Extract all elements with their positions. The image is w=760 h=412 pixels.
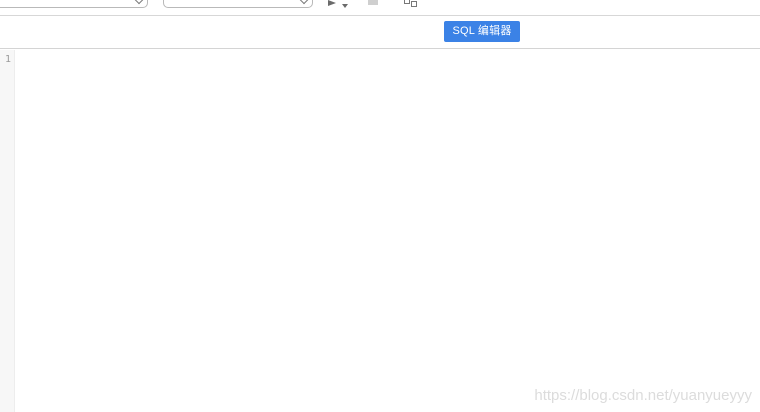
line-number-gutter: 1 bbox=[0, 50, 15, 412]
caret-down-icon[interactable] bbox=[342, 4, 348, 8]
line-number: 1 bbox=[5, 54, 12, 65]
code-input-area[interactable] bbox=[16, 50, 760, 412]
tab-sql-editor[interactable]: SQL 编辑器 bbox=[444, 21, 520, 42]
watermark: https://blog.csdn.net/yuanyueyyy bbox=[534, 387, 752, 404]
chevron-down-icon bbox=[134, 0, 144, 5]
chevron-down-icon bbox=[299, 0, 309, 5]
export-button[interactable] bbox=[402, 0, 418, 8]
stop-button[interactable] bbox=[368, 0, 378, 5]
schema-select[interactable] bbox=[163, 0, 313, 8]
database-select[interactable] bbox=[0, 0, 148, 8]
run-button[interactable] bbox=[326, 0, 350, 10]
sql-editor[interactable]: 1 https://blog.csdn.net/yuanyueyyy bbox=[0, 50, 760, 412]
play-icon bbox=[328, 0, 336, 6]
export-icon bbox=[404, 0, 410, 4]
document-icon bbox=[411, 1, 417, 7]
toolbar bbox=[0, 0, 760, 16]
tab-bar: SQL 编辑器 bbox=[0, 16, 760, 49]
